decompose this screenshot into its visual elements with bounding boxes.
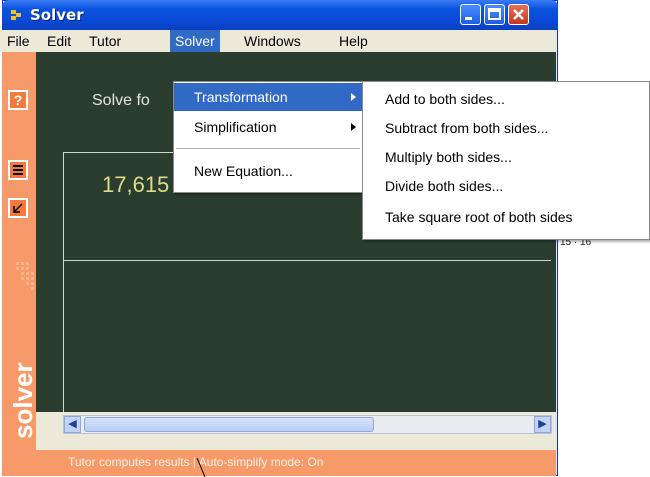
menu-item-transformation[interactable]: Transformation bbox=[174, 83, 362, 111]
divider-left bbox=[63, 152, 64, 412]
logo-pattern-icon bbox=[16, 262, 34, 290]
menu-item-transformation-label: Transformation bbox=[194, 89, 288, 105]
menu-item-divide-label: Divide both sides... bbox=[385, 178, 504, 194]
list-icon bbox=[13, 165, 23, 175]
menu-item-simplification[interactable]: Simplification bbox=[174, 113, 362, 141]
menu-edit[interactable]: Edit bbox=[42, 30, 76, 52]
menu-solver[interactable]: Solver bbox=[170, 30, 220, 52]
menu-item-subtract-both-sides[interactable]: Subtract from both sides... bbox=[363, 114, 647, 142]
equation-display: 17,615 bbox=[102, 172, 170, 197]
menu-file[interactable]: File bbox=[2, 30, 35, 52]
maximize-button[interactable] bbox=[484, 4, 505, 25]
window-title: Solver bbox=[30, 6, 84, 24]
minimize-button[interactable] bbox=[460, 4, 481, 25]
menu-item-simplification-label: Simplification bbox=[194, 119, 277, 135]
menu-item-subtract-label: Subtract from both sides... bbox=[385, 120, 549, 136]
solver-menu: Transformation Simplification New Equati… bbox=[173, 81, 365, 193]
menu-windows[interactable]: Windows bbox=[239, 30, 306, 52]
solve-prompt: Solve fo bbox=[92, 92, 150, 109]
scroll-right-arrow-icon[interactable]: ▶ bbox=[534, 416, 551, 433]
submenu-arrow-icon bbox=[351, 93, 356, 101]
menu-help[interactable]: Help bbox=[334, 30, 373, 52]
mouse-pointer-icon bbox=[196, 458, 206, 477]
menu-item-new-equation-label: New Equation... bbox=[194, 163, 293, 179]
divider-middle bbox=[63, 260, 551, 261]
app-icon bbox=[11, 10, 21, 20]
minimize-icon bbox=[465, 17, 472, 20]
undo-button[interactable] bbox=[8, 198, 28, 218]
horizontal-scrollbar[interactable]: ◀ ▶ bbox=[63, 415, 552, 434]
scroll-thumb[interactable] bbox=[84, 417, 374, 432]
menu-separator bbox=[176, 148, 360, 149]
menu-item-square-root-both-sides[interactable]: Take square root of both sides bbox=[363, 203, 647, 231]
submenu-arrow-icon bbox=[351, 123, 356, 131]
menu-item-multiply-both-sides[interactable]: Multiply both sides... bbox=[363, 143, 647, 171]
list-button[interactable] bbox=[8, 160, 28, 180]
menu-item-add-label: Add to both sides... bbox=[385, 91, 505, 107]
solver-logo-text: solver bbox=[8, 362, 38, 439]
sidebar: ? solver bbox=[2, 52, 38, 476]
close-button[interactable] bbox=[508, 4, 529, 25]
undo-icon bbox=[13, 203, 23, 213]
help-button[interactable]: ? bbox=[8, 90, 28, 110]
menu-item-new-equation[interactable]: New Equation... bbox=[174, 157, 362, 185]
transformation-submenu: Add to both sides... Subtract from both … bbox=[362, 81, 650, 240]
menu-item-sqrt-label: Take square root of both sides bbox=[385, 209, 573, 225]
close-icon bbox=[513, 9, 524, 20]
scroll-left-arrow-icon[interactable]: ◀ bbox=[64, 416, 81, 433]
menu-item-add-both-sides[interactable]: Add to both sides... bbox=[363, 85, 647, 113]
menu-item-divide-both-sides[interactable]: Divide both sides... bbox=[363, 172, 647, 200]
title-bar[interactable]: Solver bbox=[2, 0, 558, 30]
menu-tutor[interactable]: Tutor bbox=[84, 30, 126, 52]
menu-item-multiply-label: Multiply both sides... bbox=[385, 149, 512, 165]
maximize-icon bbox=[488, 8, 501, 20]
